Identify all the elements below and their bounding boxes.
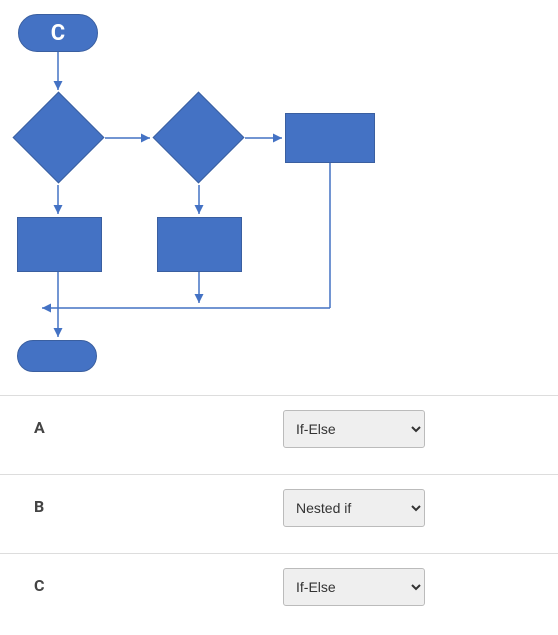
answer-row-c: C If-ElseNested if	[0, 554, 558, 632]
answer-label-b: B	[8, 489, 283, 516]
answer-label-a: A	[8, 410, 283, 437]
flow-start-terminator: C	[18, 14, 98, 52]
answers-section: A If-ElseNested if B If-ElseNested if C …	[0, 395, 558, 632]
answer-row-a: A If-ElseNested if	[0, 396, 558, 475]
answer-select-a[interactable]: If-ElseNested if	[283, 410, 425, 448]
flow-process-right	[285, 113, 375, 163]
flow-decision-1	[26, 105, 91, 170]
answer-select-b[interactable]: If-ElseNested if	[283, 489, 425, 527]
flow-decision-2	[166, 105, 231, 170]
flow-start-label: C	[51, 21, 65, 46]
flow-process-mid	[157, 217, 242, 272]
flow-end-terminator	[17, 340, 97, 372]
answer-row-b: B If-ElseNested if	[0, 475, 558, 554]
flow-process-left	[17, 217, 102, 272]
flowchart-diagram: C	[0, 0, 558, 395]
flow-arrows	[0, 0, 558, 395]
answer-select-c[interactable]: If-ElseNested if	[283, 568, 425, 606]
answer-label-c: C	[8, 568, 283, 595]
